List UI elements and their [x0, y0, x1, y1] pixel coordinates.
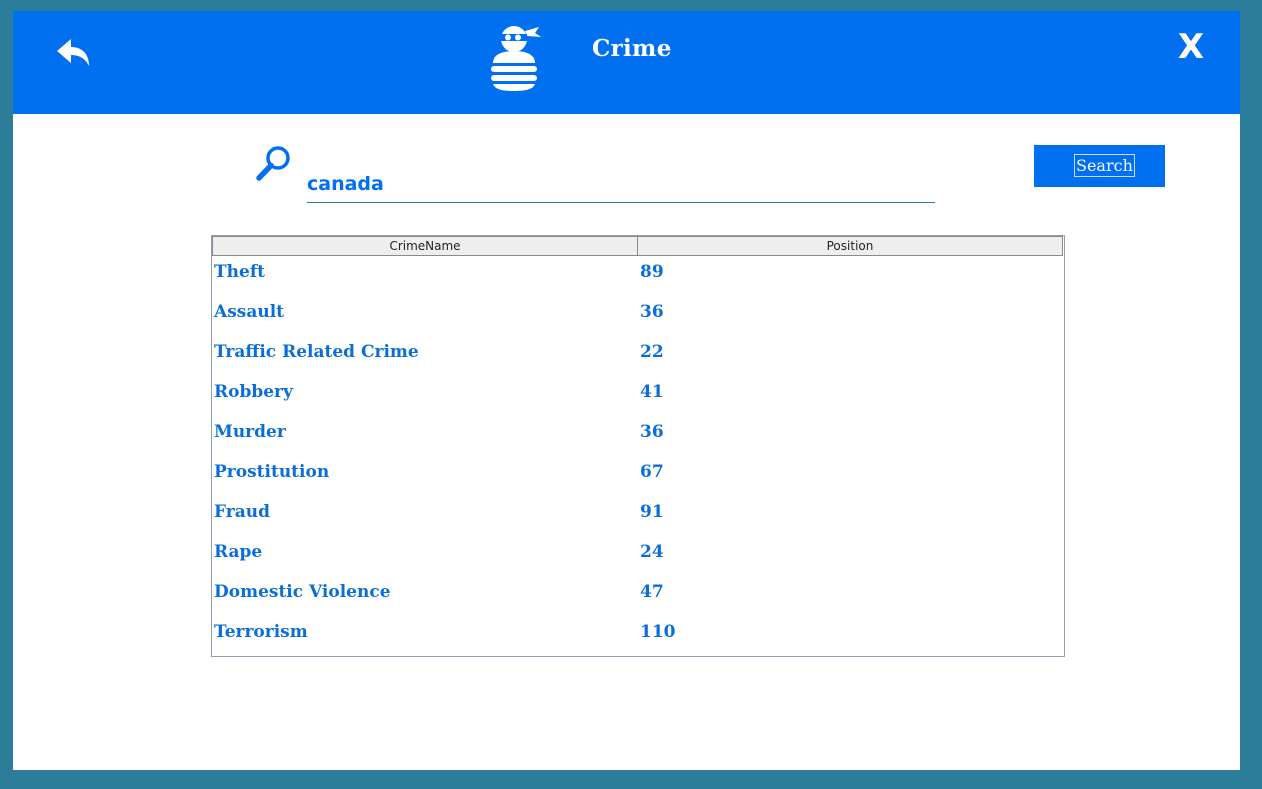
position-cell: 47 [640, 582, 664, 602]
search-button-label: Search [1074, 154, 1135, 177]
position-cell: 67 [640, 462, 664, 482]
crime-name-cell: Prostitution [214, 462, 330, 482]
table-row[interactable]: Murder 36 [212, 418, 1064, 458]
position-cell: 36 [640, 302, 664, 322]
search-input[interactable] [307, 166, 935, 203]
app-window: Crime X Search CrimeName Position Theft … [13, 11, 1240, 770]
position-cell: 36 [640, 422, 664, 442]
table-row[interactable]: Domestic Violence 47 [212, 578, 1064, 618]
table-row[interactable]: Prostitution 67 [212, 458, 1064, 498]
crime-name-cell: Domestic Violence [214, 582, 391, 602]
crime-name-cell: Traffic Related Crime [214, 342, 419, 362]
position-cell: 91 [640, 502, 664, 522]
crime-name-cell: Robbery [214, 382, 293, 402]
crime-name-cell: Terrorism [214, 622, 308, 642]
position-cell: 110 [640, 622, 676, 642]
crime-name-cell: Rape [214, 542, 263, 562]
position-cell: 24 [640, 542, 664, 562]
position-cell: 41 [640, 382, 664, 402]
position-cell: 89 [640, 262, 664, 282]
column-header-position[interactable]: Position [638, 236, 1063, 256]
close-icon: X [1177, 27, 1205, 67]
table-header: CrimeName Position [212, 236, 1064, 256]
table-row[interactable]: Terrorism 110 [212, 618, 1064, 658]
table-row[interactable]: Fraud 91 [212, 498, 1064, 538]
search-button[interactable]: Search [1034, 145, 1165, 187]
search-icon [254, 145, 292, 183]
page-title: Crime [592, 35, 672, 62]
crime-name-cell: Assault [214, 302, 285, 322]
table-row[interactable]: Traffic Related Crime 22 [212, 338, 1064, 378]
table-row[interactable]: Rape 24 [212, 538, 1064, 578]
column-header-crimename[interactable]: CrimeName [212, 236, 638, 256]
crime-name-cell: Fraud [214, 502, 270, 522]
crime-table: CrimeName Position Theft 89 Assault 36 T… [211, 235, 1065, 657]
table-body: Theft 89 Assault 36 Traffic Related Crim… [212, 258, 1064, 658]
table-row[interactable]: Theft 89 [212, 258, 1064, 298]
crime-name-cell: Murder [214, 422, 286, 442]
back-arrow-icon [57, 39, 89, 66]
header-bar: Crime X [13, 11, 1240, 114]
table-row[interactable]: Robbery 41 [212, 378, 1064, 418]
crime-name-cell: Theft [214, 262, 265, 282]
table-row[interactable]: Assault 36 [212, 298, 1064, 338]
close-button[interactable]: X [1171, 27, 1211, 67]
position-cell: 22 [640, 342, 664, 362]
back-button[interactable] [53, 33, 97, 73]
burglar-icon [487, 21, 547, 91]
